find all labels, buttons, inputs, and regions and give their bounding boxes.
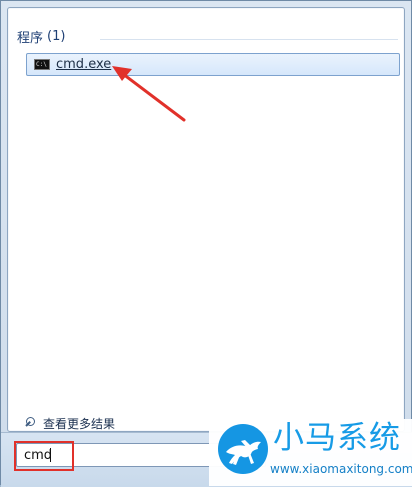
see-more-results-label: 查看更多结果 [43, 416, 116, 431]
section-divider [100, 39, 398, 40]
programs-section-title: 程序 [17, 30, 44, 46]
search-results-panel: 程序 (1) C:\ cmd.exe 查看更多结果 [7, 7, 405, 432]
programs-section-count: (1) [47, 28, 66, 44]
brand-url: www.xiaomaxitong.com [270, 462, 412, 476]
see-more-results-link[interactable]: 查看更多结果 [24, 414, 115, 432]
brand-name: 小马系统 [273, 420, 401, 456]
start-menu-window: 程序 (1) C:\ cmd.exe 查看更多结果 小马系统 [0, 0, 412, 487]
search-icon [24, 416, 38, 430]
annotation-arrow [112, 66, 186, 122]
program-result-cmd[interactable]: C:\ cmd.exe [26, 53, 400, 76]
programs-section-header: 程序 (1) [17, 26, 65, 46]
command-prompt-icon: C:\ [34, 59, 50, 70]
program-result-label: cmd.exe [56, 57, 112, 72]
brand-watermark: 小马系统 www.xiaomaxitong.com [209, 419, 412, 486]
search-highlight-box [14, 441, 74, 471]
horse-logo [218, 424, 268, 474]
